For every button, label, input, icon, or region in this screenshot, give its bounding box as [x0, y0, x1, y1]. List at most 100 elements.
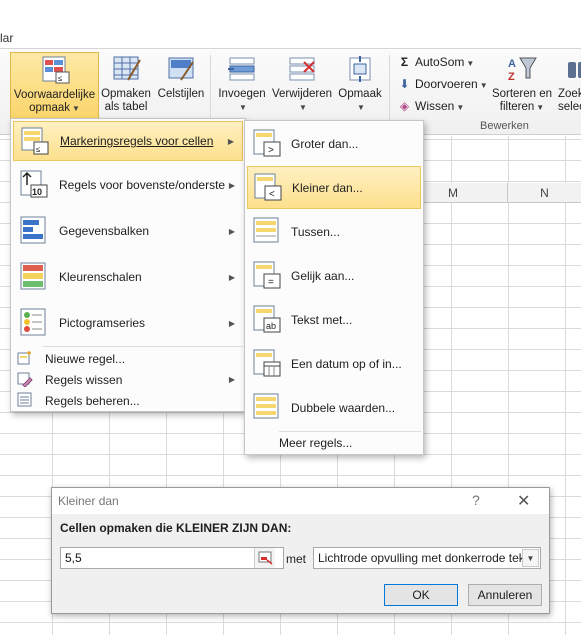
chevron-down-icon: ▼ [357, 103, 365, 112]
menu-item-data-bars[interactable]: Gegevensbalken ▶ [13, 210, 243, 252]
svg-text:≤: ≤ [36, 145, 41, 154]
sort-filter-button[interactable]: AZ Sorteren en filteren ▼ [490, 52, 554, 120]
menu-item-top-bottom-rules[interactable]: 10 Regels voor bovenste/onderste ▶ [13, 164, 243, 206]
format-select[interactable]: Lichtrode opvulling met donkerrode tekst… [313, 547, 541, 569]
format-as-table-icon [110, 54, 142, 84]
menu-item-color-scales[interactable]: Kleurenschalen ▶ [13, 256, 243, 298]
find-label2: selec [558, 101, 581, 113]
chevron-down-icon: ▼ [72, 104, 80, 113]
chevron-down-icon: ▼ [456, 103, 465, 112]
format-button[interactable]: Opmaak ▼ [336, 52, 384, 120]
chevron-right-icon: ▶ [228, 180, 235, 190]
svg-text:>: > [268, 145, 274, 156]
submenu-item-duplicate-values[interactable]: Dubbele waarden... [247, 387, 421, 429]
format-cells-icon [344, 54, 376, 84]
icon-sets-icon [20, 308, 46, 336]
submenu-item-label: Meer regels... [279, 436, 353, 450]
autosum-label: AutoSom [415, 55, 465, 69]
menu-divider [279, 431, 421, 432]
ribbon-separator [389, 55, 390, 127]
dialog-title: Kleiner dan [58, 494, 119, 508]
submenu-item-label: Een datum op of in... [291, 357, 402, 371]
conditional-formatting-icon: ≤ [39, 55, 71, 85]
menu-divider [43, 346, 243, 347]
sort-filter-icon: AZ [506, 54, 538, 84]
fill-button[interactable]: ⬇ Doorvoeren ▼ [398, 77, 487, 95]
chevron-right-icon: ▶ [228, 318, 235, 328]
delete-button[interactable]: Verwijderen ▼ [270, 52, 334, 120]
menu-item-highlight-cells-rules[interactable]: ≤ Markeringsregels voor cellen ▶ [13, 121, 243, 161]
highlight-cells-rules-submenu: > Groter dan... < Kleiner dan... Tussen.… [244, 120, 424, 455]
help-icon[interactable]: ? [472, 492, 480, 508]
delete-cells-icon [286, 54, 318, 84]
submenu-item-greater-than[interactable]: > Groter dan... [247, 123, 421, 165]
autosum-button[interactable]: Σ AutoSom ▼ [398, 55, 474, 73]
less-than-dialog: Kleiner dan ? ✕ Cellen opmaken die KLEIN… [51, 487, 550, 614]
menu-item-label: Regels voor bovenste/onderste [59, 178, 226, 192]
submenu-item-label: Gelijk aan... [291, 269, 355, 283]
menu-item-manage-rules[interactable]: Regels beheren... [13, 390, 243, 411]
column-header-n[interactable]: N [507, 183, 581, 203]
conditional-formatting-button[interactable]: ≤ Voorwaardelijke opmaak ▼ [10, 52, 99, 120]
menu-item-new-rule[interactable]: Nieuwe regel... [13, 348, 243, 369]
ok-button[interactable]: OK [384, 584, 458, 606]
format-as-table-button[interactable]: Opmaken als tabel [100, 52, 152, 120]
submenu-item-text-contains[interactable]: ab Tekst met... [247, 299, 421, 341]
format-select-value: Lichtrode opvulling met donkerrode tekst [318, 551, 535, 565]
menu-item-clear-rules[interactable]: Regels wissen ▶ [13, 369, 243, 390]
submenu-item-label: Tussen... [291, 225, 340, 239]
data-bars-icon [20, 216, 46, 244]
svg-text:10: 10 [32, 187, 42, 197]
conditional-formatting-menu: ≤ Markeringsregels voor cellen ▶ 10 Rege… [10, 118, 246, 412]
eraser-icon: ◈ [399, 99, 410, 113]
svg-text:A: A [508, 58, 516, 70]
close-icon[interactable]: ✕ [517, 491, 530, 511]
range-selector-button[interactable] [254, 548, 275, 568]
color-scales-icon [20, 262, 46, 290]
conditional-formatting-label2: opmaak [29, 102, 70, 114]
menu-item-label: Regels beheren... [45, 393, 140, 408]
chevron-right-icon: ▶ [228, 375, 235, 384]
insert-button[interactable]: Invoegen ▼ [214, 52, 270, 120]
svg-text:Z: Z [508, 71, 515, 83]
binoculars-icon [564, 54, 581, 84]
submenu-item-between[interactable]: Tussen... [247, 211, 421, 253]
less-than-icon: < [254, 173, 282, 201]
submenu-item-label: Dubbele waarden... [291, 401, 396, 415]
chevron-down-icon: ▼ [239, 103, 247, 112]
with-label: met [286, 552, 307, 566]
menu-item-icon-sets[interactable]: Pictogramseries ▶ [13, 302, 243, 344]
chevron-down-icon: ▼ [299, 103, 307, 112]
value-input[interactable] [60, 547, 284, 569]
top-bottom-rules-icon: 10 [20, 170, 48, 198]
submenu-item-equal-to[interactable]: = Gelijk aan... [247, 255, 421, 297]
sigma-icon: Σ [400, 55, 409, 69]
cell-styles-button[interactable]: Celstijlen [155, 52, 207, 120]
format-as-table-label1: Opmaken [101, 88, 151, 100]
ribbon-separator [210, 55, 211, 127]
clear-button[interactable]: ◈ Wissen ▼ [398, 99, 464, 117]
clear-label: Wissen [415, 99, 455, 113]
svg-text:<: < [269, 189, 275, 200]
svg-text:≤: ≤ [58, 74, 63, 83]
submenu-item-more-rules[interactable]: Meer regels... [247, 433, 421, 453]
fill-label: Doorvoeren [415, 77, 478, 91]
menu-item-label: Gegevensbalken [59, 224, 150, 238]
clear-rules-icon [17, 372, 33, 387]
title-strip: lar [0, 0, 581, 48]
menu-item-label: Kleurenschalen [59, 270, 142, 284]
submenu-item-date-occurring[interactable]: Een datum op of in... [247, 343, 421, 385]
submenu-item-less-than[interactable]: < Kleiner dan... [247, 166, 421, 209]
editing-group-label: Bewerken [480, 120, 529, 132]
chevron-down-icon[interactable]: ▼ [522, 549, 539, 567]
chevron-down-icon: ▼ [536, 103, 545, 112]
format-as-table-label2: als tabel [104, 101, 148, 113]
menu-item-label: Regels wissen [45, 372, 123, 387]
svg-text:=: = [268, 277, 274, 288]
fill-down-icon: ⬇ [399, 77, 410, 91]
highlight-cells-rules-icon: ≤ [21, 127, 49, 155]
duplicate-values-icon [253, 393, 279, 419]
cancel-button[interactable]: Annuleren [468, 584, 542, 606]
dialog-titlebar[interactable]: Kleiner dan ? ✕ [52, 488, 549, 514]
find-select-button[interactable]: Zoek selec [556, 52, 581, 120]
